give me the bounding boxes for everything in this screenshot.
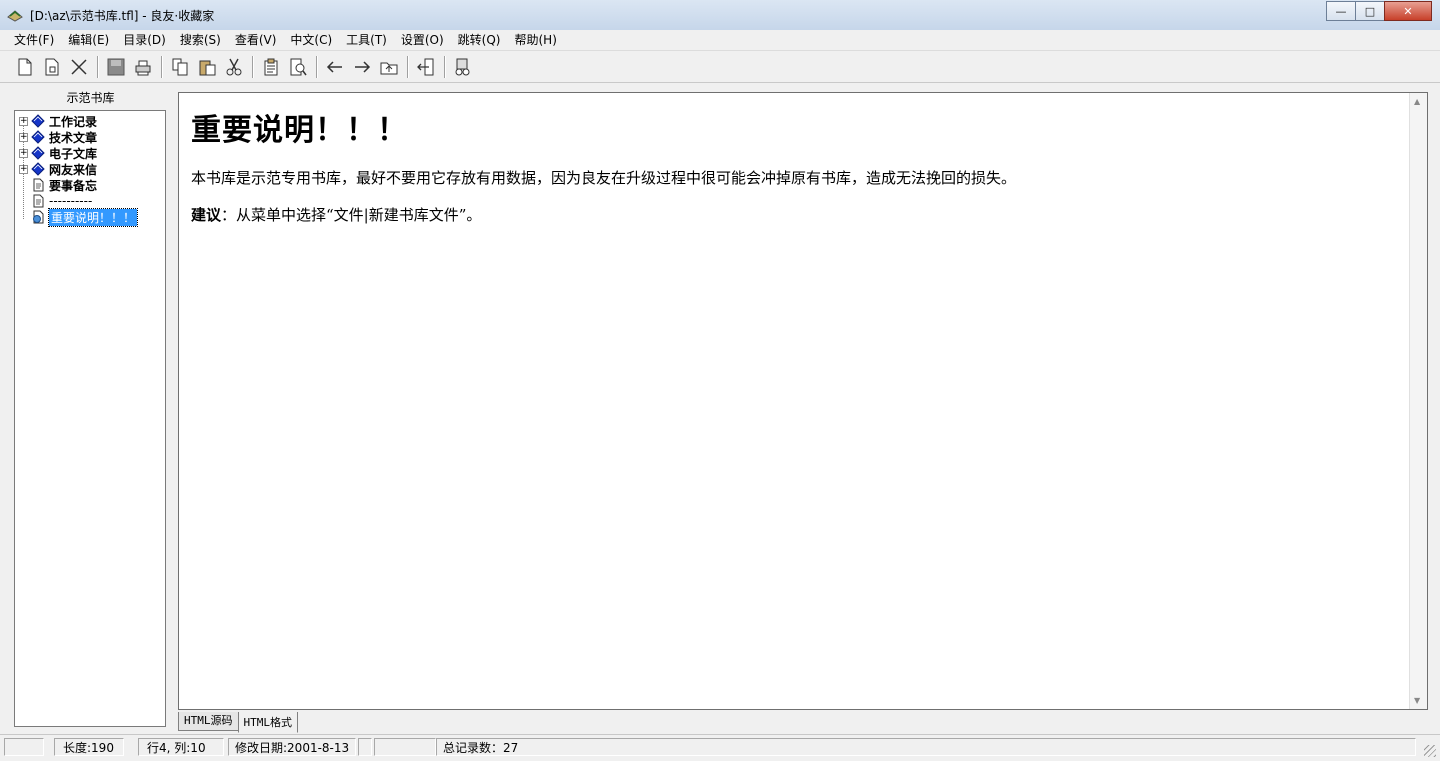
status-cell-empty	[374, 738, 436, 756]
toolbar-separator	[316, 55, 318, 78]
tree-node-separator[interactable]: ----------	[19, 193, 92, 209]
forward-arrow-icon[interactable]	[351, 56, 373, 78]
minimize-button[interactable]: —	[1326, 1, 1356, 21]
tree-node-work-records[interactable]: + 工作记录	[19, 113, 97, 129]
copy-icon[interactable]	[169, 56, 191, 78]
title-bar: [D:\az\示范书库.tfl] - 良友·收藏家 — □ ✕	[0, 0, 1440, 31]
tree-node-important-notes[interactable]: 重要说明！！！	[19, 207, 139, 227]
tree-header: 示范书库	[66, 91, 115, 105]
expand-icon[interactable]: +	[19, 116, 28, 126]
tab-html-source[interactable]: HTML源码	[178, 712, 239, 731]
tree-panel: 示范书库 + 工作记录 + 技术文章 + 电子文库 + 网友来信 要事备忘 --…	[12, 88, 169, 728]
scroll-up-icon[interactable]: ▲	[1414, 97, 1420, 106]
expand-icon[interactable]: +	[19, 164, 28, 174]
print-icon[interactable]	[132, 56, 154, 78]
expand-icon[interactable]: +	[19, 148, 28, 158]
tree-node-e-library[interactable]: + 电子文库	[19, 145, 97, 161]
menu-jump[interactable]: 跳转(Q)	[451, 31, 508, 49]
tree-node-label: 重要说明！！！	[47, 207, 139, 227]
advice-text: ：从菜单中选择“文件|新建书库文件”。	[221, 206, 482, 224]
document-viewer[interactable]: 重要说明！！！ 本书库是示范专用书库，最好不要用它存放有用数据，因为良友在升级过…	[178, 92, 1428, 710]
menu-chinese[interactable]: 中文(C)	[283, 31, 339, 49]
tree-node-label: ----------	[49, 194, 93, 208]
menu-view[interactable]: 查看(V)	[228, 31, 284, 49]
tree-node-tech-articles[interactable]: + 技术文章	[19, 129, 97, 145]
cut-icon[interactable]	[223, 56, 245, 78]
toolbar-separator	[444, 55, 446, 78]
up-folder-icon[interactable]	[378, 56, 400, 78]
paste-icon[interactable]	[196, 56, 218, 78]
search-binoculars-icon[interactable]	[452, 56, 474, 78]
menu-tools[interactable]: 工具(T)	[339, 31, 394, 49]
tree-node-label: 要事备忘	[49, 178, 98, 193]
tree-node-label: 电子文库	[49, 146, 98, 161]
menu-file[interactable]: 文件(F)	[7, 31, 61, 49]
status-cell-empty	[4, 738, 44, 756]
toolbar-separator	[407, 55, 409, 78]
maximize-button[interactable]: □	[1355, 1, 1385, 21]
tab-html-format[interactable]: HTML格式	[237, 712, 298, 733]
document-advice: 建议：从菜单中选择“文件|新建书库文件”。	[191, 204, 1391, 225]
status-cell-empty	[358, 738, 372, 756]
exit-icon[interactable]	[415, 56, 437, 78]
toolbar-separator	[161, 55, 163, 78]
status-length: 长度:190	[54, 738, 124, 756]
app-books-icon	[7, 10, 23, 22]
html-page-icon	[33, 210, 44, 224]
preview-icon[interactable]	[287, 56, 309, 78]
menu-bar: 文件(F) 编辑(E) 目录(D) 搜索(S) 查看(V) 中文(C) 工具(T…	[0, 30, 1440, 51]
expand-icon[interactable]: +	[19, 132, 28, 142]
resize-grip-icon[interactable]	[1424, 745, 1436, 757]
book-icon	[31, 162, 45, 176]
status-modified: 修改日期:2001-8-13	[228, 738, 356, 756]
menu-search[interactable]: 搜索(S)	[173, 31, 228, 49]
tree-node-label: 网友来信	[49, 162, 98, 177]
new-page-icon[interactable]	[41, 56, 63, 78]
status-total: 总记录数：27	[436, 738, 1416, 756]
tree-node-label: 工作记录	[49, 114, 98, 129]
book-icon	[31, 146, 45, 160]
view-tabs: HTML源码 HTML格式	[178, 712, 298, 733]
advice-label: 建议	[191, 206, 222, 224]
page-icon	[33, 194, 44, 208]
properties-icon[interactable]	[260, 56, 282, 78]
tree-node-label: 技术文章	[49, 130, 98, 145]
menu-directory[interactable]: 目录(D)	[116, 31, 173, 49]
page-icon	[33, 178, 44, 192]
save-icon[interactable]	[105, 56, 127, 78]
status-position: 行4, 列:10	[138, 738, 224, 756]
document-title: 重要说明！！！	[191, 113, 408, 148]
delete-icon[interactable]	[68, 56, 90, 78]
menu-edit[interactable]: 编辑(E)	[61, 31, 116, 49]
toolbar	[0, 51, 1440, 83]
status-bar: 长度:190 行4, 列:10 修改日期:2001-8-13 总记录数：27	[0, 734, 1440, 761]
toolbar-separator	[97, 55, 99, 78]
book-icon	[31, 114, 45, 128]
window-title: [D:\az\示范书库.tfl] - 良友·收藏家	[30, 9, 215, 23]
toolbar-separator	[252, 55, 254, 78]
menu-help[interactable]: 帮助(H)	[507, 31, 563, 49]
tree-node-memo[interactable]: 要事备忘	[19, 177, 97, 193]
tree-node-friend-letters[interactable]: + 网友来信	[19, 161, 97, 177]
scroll-down-icon[interactable]: ▼	[1414, 696, 1420, 705]
vertical-scrollbar[interactable]: ▲ ▼	[1409, 93, 1427, 709]
library-tree[interactable]: + 工作记录 + 技术文章 + 电子文库 + 网友来信 要事备忘 -------	[14, 110, 166, 727]
menu-settings[interactable]: 设置(O)	[394, 31, 451, 49]
document-body: 重要说明！！！ 本书库是示范专用书库，最好不要用它存放有用数据，因为良友在升级过…	[191, 105, 1391, 241]
back-arrow-icon[interactable]	[324, 56, 346, 78]
close-button[interactable]: ✕	[1384, 1, 1432, 21]
new-file-icon[interactable]	[14, 56, 36, 78]
document-paragraph: 本书库是示范专用书库，最好不要用它存放有用数据，因为良友在升级过程中很可能会冲掉…	[191, 169, 1017, 187]
book-icon	[31, 130, 45, 144]
